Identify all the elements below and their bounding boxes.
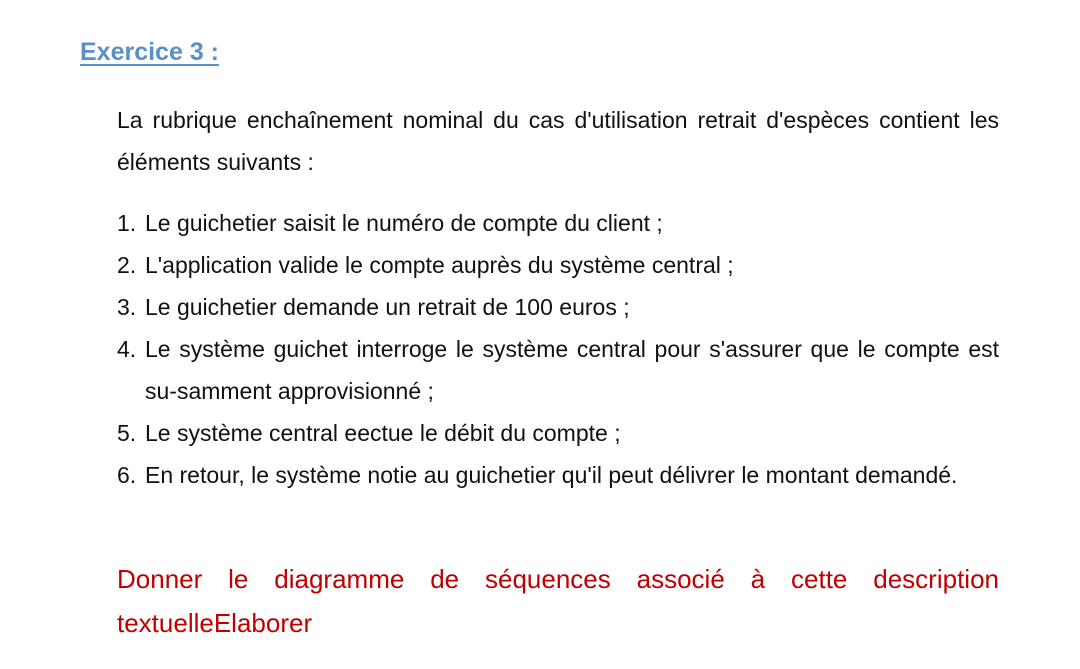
list-item: 2. L'application valide le compte auprès… — [117, 244, 999, 286]
list-item: 1. Le guichetier saisit le numéro de com… — [117, 202, 999, 244]
step-number: 4. — [117, 336, 137, 362]
list-item: 3. Le guichetier demande un retrait de 1… — [117, 286, 999, 328]
step-text: Le système guichet interroge le système … — [145, 336, 999, 404]
step-text: Le guichetier saisit le numéro de compte… — [145, 210, 663, 236]
intro-paragraph: La rubrique enchaînement nominal du cas … — [117, 107, 999, 175]
instruction-paragraph: Donner le diagramme de séquences associé… — [117, 564, 999, 638]
steps-list: 1. Le guichetier saisit le numéro de com… — [117, 202, 999, 496]
list-item: 5. Le système central eectue le débit du… — [117, 412, 999, 454]
step-text: Le guichetier demande un retrait de 100 … — [145, 294, 630, 320]
list-item: 4. Le système guichet interroge le systè… — [117, 328, 999, 412]
exercise-heading: Exercice 3 : — [80, 38, 219, 66]
list-item: 6. En retour, le système notie au guiche… — [117, 454, 999, 496]
step-number: 6. — [117, 462, 137, 488]
step-number: 1. — [117, 210, 137, 236]
step-number: 3. — [117, 294, 137, 320]
step-text: En retour, le système notie au guichetie… — [145, 462, 958, 488]
step-text: L'application valide le compte auprès du… — [145, 252, 734, 278]
step-text: Le système central eectue le débit du co… — [145, 420, 621, 446]
document-page: Exercice 3 : La rubrique enchaînement no… — [0, 0, 1080, 669]
step-number: 2. — [117, 252, 137, 278]
step-number: 5. — [117, 420, 137, 446]
